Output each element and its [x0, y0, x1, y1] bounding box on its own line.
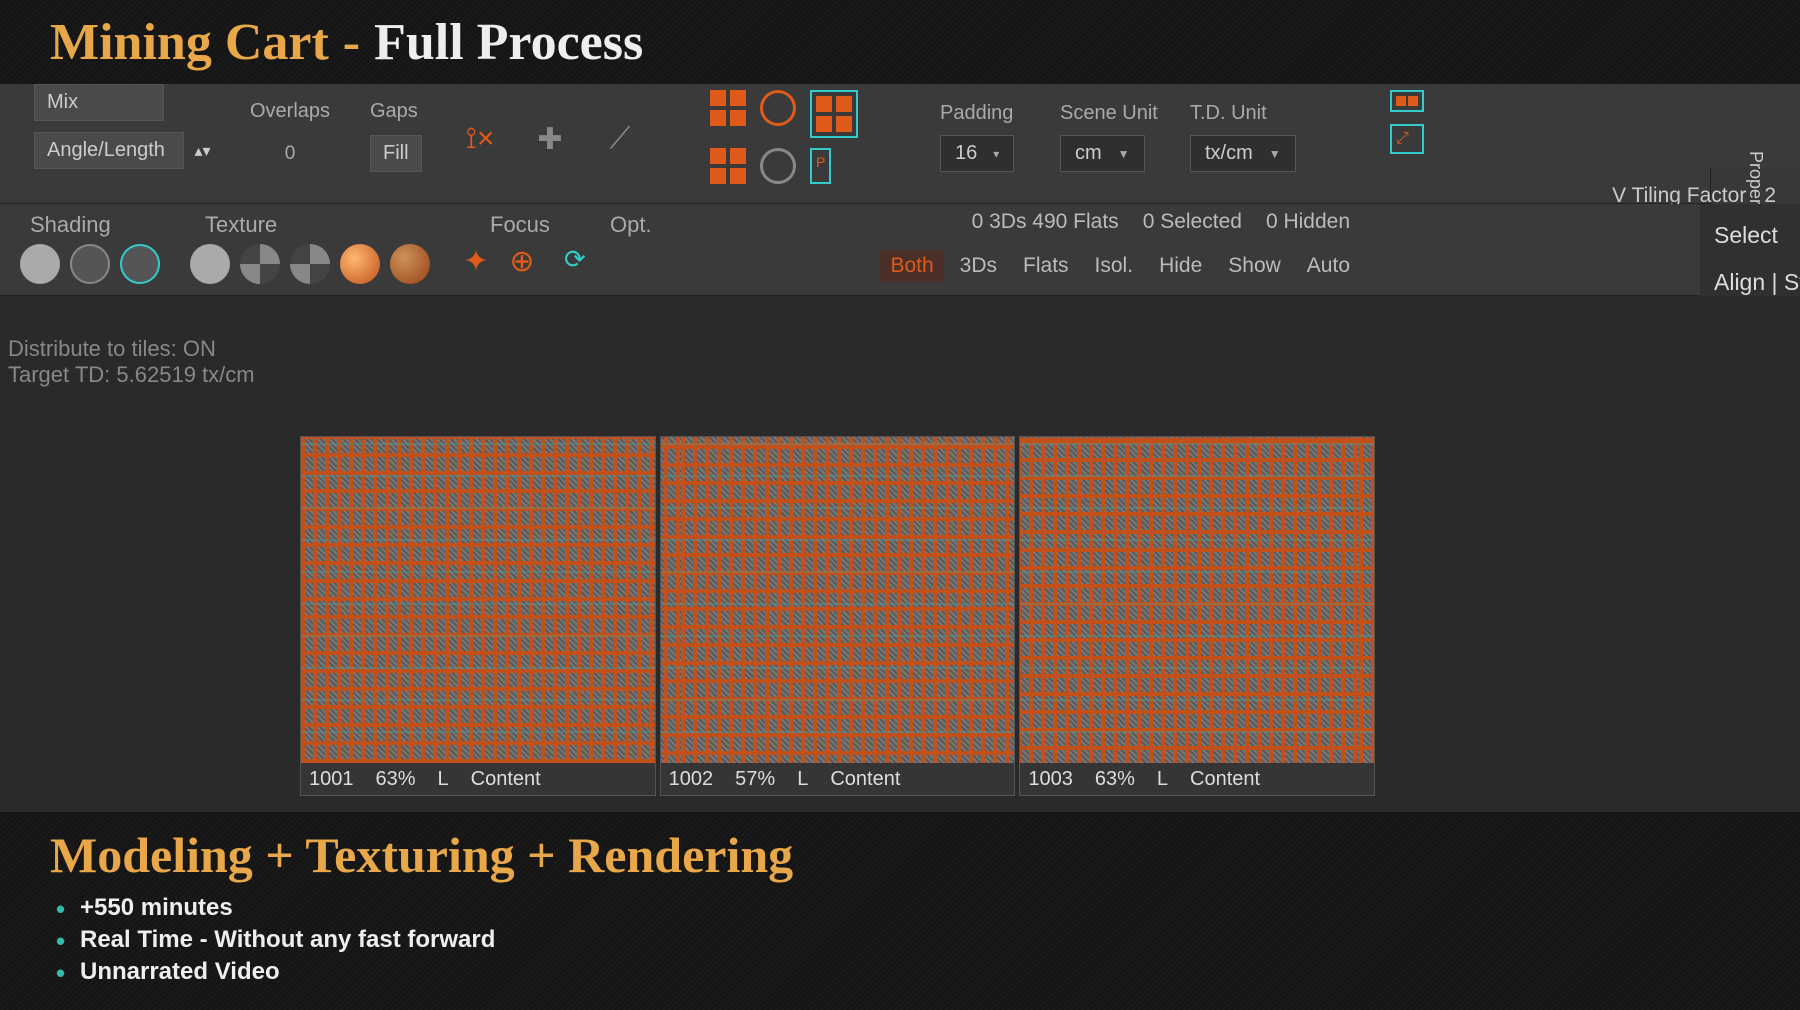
hidden-text: 0 Hidden: [1266, 210, 1350, 234]
tile-name: Content: [1190, 768, 1260, 791]
focus-all-icon[interactable]: ⊕: [502, 244, 542, 284]
uv-tile[interactable]: 1002 57% L Content: [660, 436, 1016, 796]
menu-select[interactable]: Select: [1700, 212, 1800, 259]
auto-button[interactable]: Auto: [1297, 250, 1360, 282]
scene-unit-label: Scene Unit: [1060, 102, 1158, 125]
focus-label: Focus: [490, 212, 550, 238]
mix-button[interactable]: Mix: [34, 84, 164, 121]
isol-button[interactable]: Isol.: [1085, 250, 1144, 282]
uv-islands: [661, 437, 1015, 763]
tile-pct: 63%: [376, 768, 416, 791]
overlaps-value[interactable]: 0: [250, 143, 330, 165]
texture-none-icon[interactable]: [190, 244, 230, 284]
texture-label: Texture: [205, 212, 277, 238]
bullet-list: +550 minutes Real Time - Without any fas…: [50, 894, 1750, 986]
bottom-overlay: Modeling + Texturing + Rendering +550 mi…: [0, 812, 1800, 1010]
caret-icon: ▼: [1118, 147, 1130, 161]
hide-button[interactable]: Hide: [1149, 250, 1212, 282]
title-main: Mining Cart: [50, 13, 329, 72]
tile-id: 1001: [309, 768, 354, 791]
align-a-icon[interactable]: [1390, 90, 1424, 112]
tile-id: 1002: [669, 768, 714, 791]
counts-text: 0 3Ds 490 Flats: [972, 210, 1119, 234]
info-text: Distribute to tiles: ON Target TD: 5.625…: [8, 336, 255, 388]
title-sep: -: [343, 13, 360, 72]
tile-l: L: [1157, 768, 1168, 791]
gaps-label: Gaps: [370, 100, 422, 123]
bottom-title: Modeling + Texturing + Rendering: [50, 826, 1750, 884]
pin-x-icon[interactable]: ⟟×: [460, 122, 500, 157]
angle-length-button[interactable]: Angle/Length: [34, 132, 184, 169]
title-sub: Full Process: [374, 13, 643, 72]
uv-tile[interactable]: 1003 63% L Content: [1019, 436, 1375, 796]
td-unit-label: T.D. Unit: [1190, 102, 1296, 125]
focus-icon[interactable]: ✦: [456, 244, 496, 284]
tile-name: Content: [471, 768, 541, 791]
padding-value: 16: [955, 142, 977, 165]
opt-label: Opt.: [610, 212, 652, 238]
tile-l: L: [797, 768, 808, 791]
uv-tile-label: 1002 57% L Content: [661, 763, 1015, 795]
td-unit-dropdown[interactable]: tx/cm ▼: [1190, 135, 1296, 172]
tile-pct: 57%: [735, 768, 775, 791]
cross-tool-icon[interactable]: ✚: [530, 122, 570, 157]
caret-icon: ▼: [1269, 147, 1281, 161]
td-unit-value: tx/cm: [1205, 142, 1253, 165]
grid4-solid2-icon[interactable]: [710, 148, 746, 184]
shading-label: Shading: [30, 212, 111, 238]
align-b-icon[interactable]: ⤢: [1390, 124, 1424, 154]
scene-unit-dropdown[interactable]: cm ▼: [1060, 135, 1145, 172]
boxed-p-icon[interactable]: P: [810, 148, 831, 184]
uv-islands: [1020, 437, 1374, 763]
tile-name: Content: [830, 768, 900, 791]
scene-unit-value: cm: [1075, 142, 1102, 165]
padding-label: Padding: [940, 102, 1014, 125]
tile-id: 1003: [1028, 768, 1073, 791]
texture-checker2-icon[interactable]: [290, 244, 330, 284]
3ds-button[interactable]: 3Ds: [950, 250, 1007, 282]
selected-text: 0 Selected: [1143, 210, 1242, 234]
shading-wire-icon[interactable]: [70, 244, 110, 284]
shading-highlight-icon[interactable]: [120, 244, 160, 284]
uv-islands: [301, 437, 655, 763]
chevron-up-down-icon[interactable]: ▴▾: [194, 141, 210, 161]
refresh-icon[interactable]: ⟳: [564, 244, 586, 284]
padding-dropdown[interactable]: 16 ▾: [940, 135, 1014, 172]
uv-tile[interactable]: 1001 63% L Content: [300, 436, 656, 796]
tile-pct: 63%: [1095, 768, 1135, 791]
toolbar-main: Mix Angle/Length ▴▾ Overlaps 0 Gaps Fill…: [0, 84, 1800, 204]
grid4-solid-icon[interactable]: [710, 90, 746, 138]
info-line2: Target TD: 5.62519 tx/cm: [8, 362, 255, 388]
title-bar: Mining Cart - Full Process: [0, 0, 1800, 84]
circle-icon[interactable]: [760, 90, 796, 126]
bullet-item: Real Time - Without any fast forward: [80, 926, 1750, 954]
toolbar-secondary: Shading Texture Focus Opt. ✦ ⊕ ⟳ 0 3Ds 4…: [0, 204, 1800, 296]
bullet-item: Unnarrated Video: [80, 958, 1750, 986]
uv-tile-label: 1003 63% L Content: [1020, 763, 1374, 795]
uv-tiles-container: 1001 63% L Content 1002 57% L Content 10…: [300, 436, 1375, 796]
uv-tile-label: 1001 63% L Content: [301, 763, 655, 795]
uv-viewport[interactable]: Distribute to tiles: ON Target TD: 5.625…: [0, 296, 1800, 812]
info-line1: Distribute to tiles: ON: [8, 336, 255, 362]
both-button[interactable]: Both: [880, 250, 943, 282]
edge-tool-icon[interactable]: ⟋: [600, 122, 640, 157]
bullet-item: +550 minutes: [80, 894, 1750, 922]
flats-button[interactable]: Flats: [1013, 250, 1079, 282]
shading-flat-icon[interactable]: [20, 244, 60, 284]
texture-matcap2-icon[interactable]: [390, 244, 430, 284]
texture-checker-icon[interactable]: [240, 244, 280, 284]
circle2-icon[interactable]: [760, 148, 796, 184]
fill-button[interactable]: Fill: [370, 135, 422, 172]
tile-l: L: [438, 768, 449, 791]
texture-matcap-icon[interactable]: [340, 244, 380, 284]
boxed-grid-icon[interactable]: [810, 90, 858, 138]
caret-icon: ▾: [993, 147, 999, 161]
overlaps-label: Overlaps: [250, 100, 330, 123]
show-button[interactable]: Show: [1218, 250, 1291, 282]
